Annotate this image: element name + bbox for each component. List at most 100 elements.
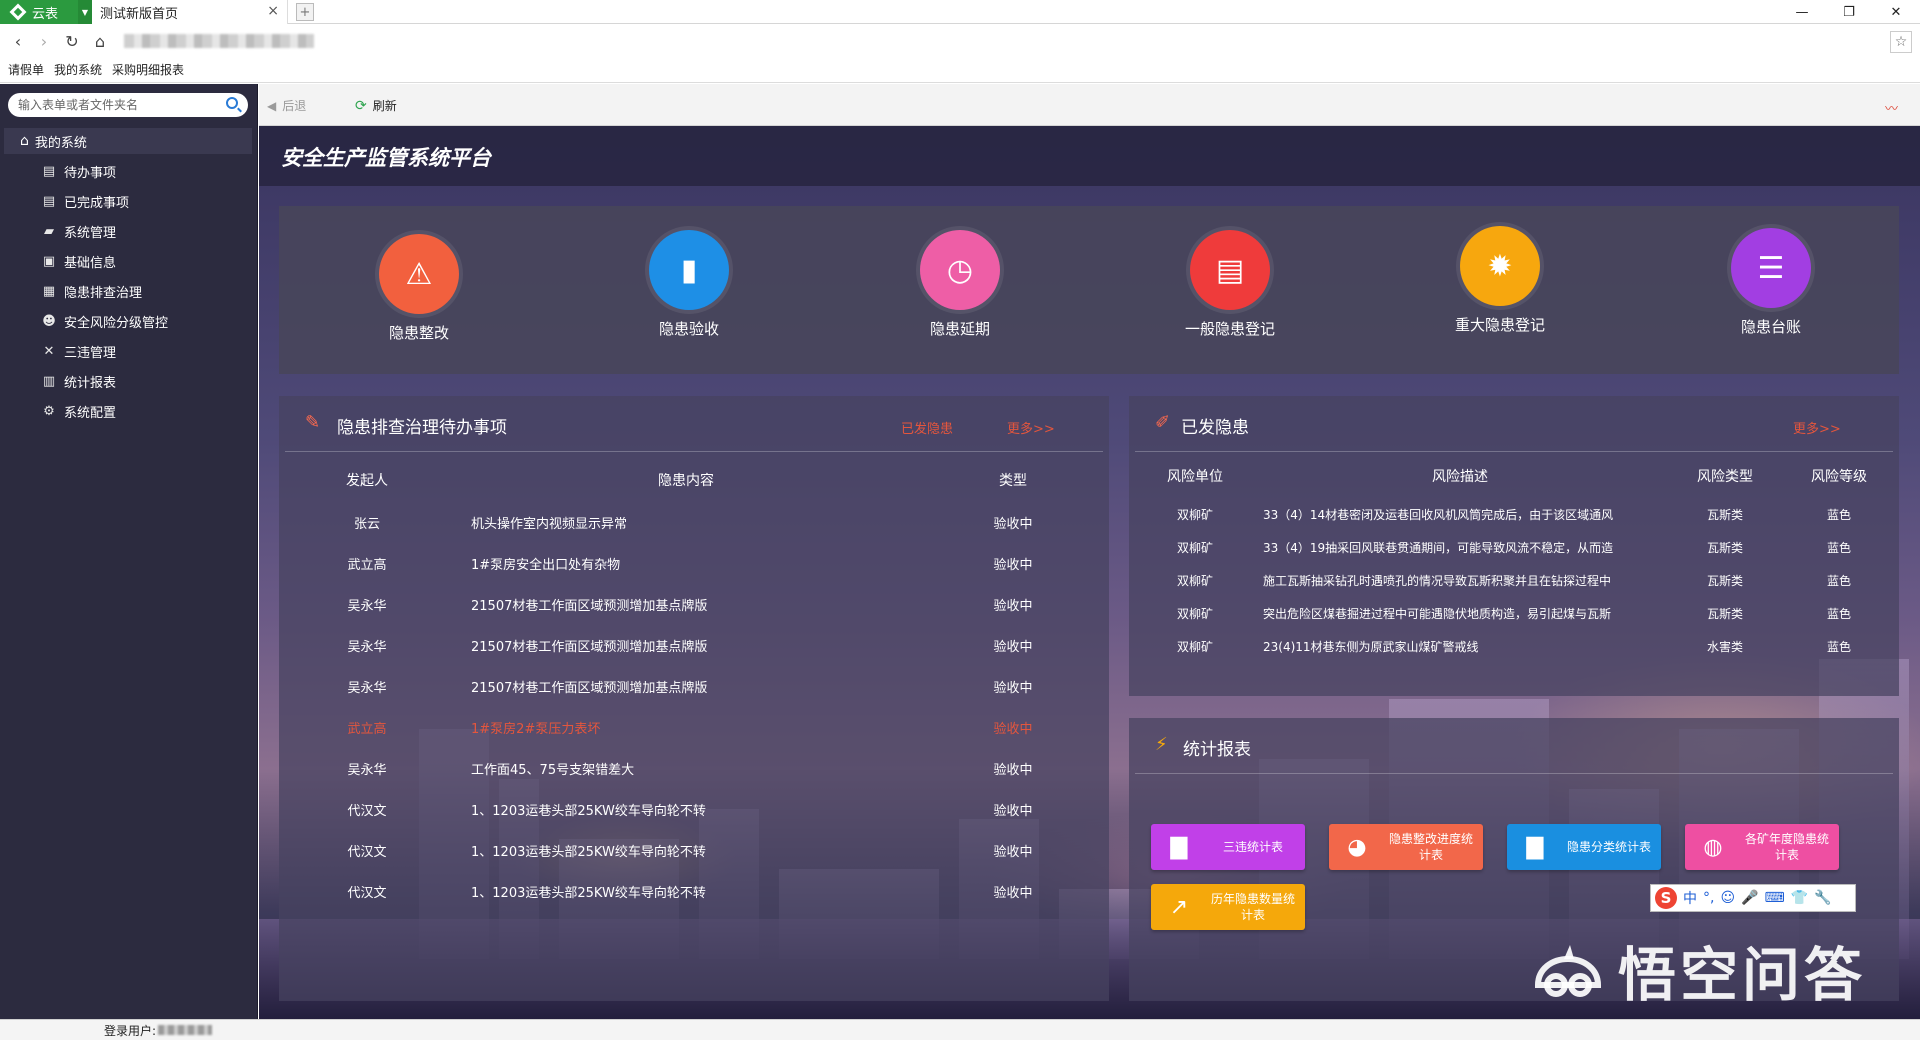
issued-cell-unit: 双柳矿 [1176, 541, 1213, 555]
stats-panel-title: 统计报表 [1183, 740, 1251, 760]
quick-action-ledger[interactable]: ☰ 隐患台账 [1701, 228, 1841, 337]
todo-cell-person: 吴永华 [347, 640, 387, 655]
minimize-button[interactable]: — [1780, 0, 1824, 24]
page-title: 安全生产监管系统平台 [281, 146, 491, 170]
table-row[interactable]: 双柳矿 23(4)11材巷东侧为原武家山煤矿警戒线 水害类 蓝色 [1135, 630, 1893, 663]
keyboard-icon[interactable]: ⌨ [1765, 890, 1785, 906]
bookmark-my-system[interactable]: 我的系统 [54, 61, 102, 78]
wrench-icon[interactable]: 🔧 [1814, 890, 1831, 906]
nav-back-icon[interactable]: ‹ [8, 31, 28, 51]
stat-label: 各矿年度隐患统计表 [1744, 832, 1829, 862]
browser-tab[interactable]: 测试新版首页 × [92, 0, 288, 24]
back-button[interactable]: ◀ 后退 [267, 97, 306, 114]
table-row[interactable]: 双柳矿 33（4）14材巷密闭及运巷回收风机风筒完成后，由于该区域通风 瓦斯类 蓝色 [1135, 498, 1893, 531]
star-icon[interactable]: ☆ [1890, 31, 1912, 53]
table-row[interactable]: 吴永华 21507材巷工作面区域预测增加基点牌版 验收中 [285, 666, 1103, 707]
new-tab-button[interactable]: + [296, 3, 314, 21]
ime-mode[interactable]: 中 [1683, 888, 1697, 908]
table-row[interactable]: 张云 机头操作室内视频显示异常 验收中 [285, 502, 1103, 543]
table-row[interactable]: 武立高 1#泵房安全出口处有杂物 验收中 [285, 543, 1103, 584]
chevron-down-icon[interactable]: ▼ [78, 0, 92, 24]
quick-action-major-register[interactable]: ✹ 重大隐患登记 [1430, 226, 1570, 335]
sidebar-root-my-system[interactable]: ⌂ 我的系统 [4, 128, 252, 154]
todo-cell-type: 验收中 [993, 599, 1033, 614]
sidebar-item-reports[interactable]: ▥ 统计报表 [0, 366, 258, 396]
table-row[interactable]: 代汉文 1、1203运巷头部25KW绞车导向轮不转 验收中 [285, 830, 1103, 871]
table-row[interactable]: 吴永华 21507材巷工作面区域预测增加基点牌版 验收中 [285, 584, 1103, 625]
issued-cell-unit: 双柳矿 [1176, 607, 1213, 621]
quick-action-rectify[interactable]: ⚠ 隐患整改 [349, 234, 489, 343]
login-user-name [158, 1025, 213, 1035]
sidebar-item-label: 三违管理 [64, 345, 117, 361]
stat-yearly-count-button[interactable]: ↗ 历年隐患数量统计表 [1151, 884, 1305, 930]
table-row[interactable]: 代汉文 1、1203运巷头部25KW绞车导向轮不转 验收中 [285, 789, 1103, 830]
sidebar-item-label: 基础信息 [64, 255, 117, 271]
sidebar-item-todo[interactable]: ▤ 待办事项 [0, 156, 258, 186]
sogou-logo-icon[interactable]: S [1655, 887, 1677, 909]
issued-cell-level: 蓝色 [1826, 574, 1851, 588]
table-row[interactable]: 双柳矿 突出危险区煤巷掘进过程中可能遇隐伏地质构造，易引起煤与瓦斯 瓦斯类 蓝色 [1135, 597, 1893, 630]
issued-hazards-link[interactable]: 已发隐患 [901, 418, 953, 437]
search-input[interactable] [18, 98, 218, 112]
quick-actions-panel: ⚠ 隐患整改 ▮ 隐患验收 ◷ 隐患延期 ▤ 一般隐患登记 ✹ 重大隐患登记 ☰… [279, 206, 1899, 374]
todo-table: 发起人 隐患内容 类型 张云 机头操作室内视频显示异常 验收中 武立高 1#泵房安全出口… [285, 458, 1103, 912]
table-row[interactable]: 双柳矿 施工瓦斯抽采钻孔时遇喷孔的情况导致瓦斯积聚并且在钻探过程中 瓦斯类 蓝色 [1135, 564, 1893, 597]
column-header: 风险描述 [1432, 469, 1488, 485]
microphone-icon[interactable]: 🎤 [1741, 890, 1758, 906]
quick-action-label: 隐患台账 [1740, 318, 1801, 336]
content-toolbar: ◀ 后退 ⟳ 刷新 〰 [259, 84, 1920, 126]
stat-violations-button[interactable]: ▇ 三违统计表 [1151, 824, 1305, 870]
bar-chart-icon: ▇ [1526, 834, 1544, 860]
todo-cell-person: 张云 [353, 517, 380, 532]
quick-action-acceptance[interactable]: ▮ 隐患验收 [619, 230, 759, 339]
search-icon[interactable] [226, 97, 238, 109]
sidebar-item-label: 统计报表 [64, 375, 117, 391]
todo-cell-person: 吴永华 [347, 681, 387, 696]
url-field[interactable] [124, 34, 314, 48]
stat-category-button[interactable]: ▇ 隐患分类统计表 [1507, 824, 1661, 870]
todo-cell-content: 1#泵房2#泵压力表坏 [471, 722, 601, 737]
sidebar-item-basic-info[interactable]: ▣ 基础信息 [0, 246, 258, 276]
close-window-button[interactable]: ✕ [1874, 0, 1918, 24]
restore-button[interactable]: ❐ [1827, 0, 1871, 24]
stat-annual-mine-button[interactable]: ◍ 各矿年度隐患统计表 [1685, 824, 1839, 870]
refresh-button[interactable]: ⟳ 刷新 [355, 97, 397, 114]
activity-icon: 〰 [1884, 102, 1898, 117]
table-row[interactable]: 双柳矿 33（4）19抽采回风联巷贯通期间，可能导致风流不稳定，从而造 瓦斯类 蓝色 [1135, 531, 1893, 564]
bookmark-purchase-report[interactable]: 采购明细报表 [112, 61, 184, 78]
todo-more-link[interactable]: 更多>> [1007, 418, 1055, 437]
issued-cell-desc: 33（4）14材巷密闭及运巷回收风机风筒完成后，由于该区域通风 [1263, 508, 1614, 522]
quick-action-extension[interactable]: ◷ 隐患延期 [890, 230, 1030, 339]
sidebar-item-config[interactable]: ⚙ 系统配置 [0, 396, 258, 426]
reload-icon[interactable]: ↻ [62, 31, 82, 51]
sidebar-item-label: 系统管理 [64, 225, 117, 241]
sidebar-item-violations[interactable]: ✕ 三违管理 [0, 336, 258, 366]
table-header-row: 发起人 隐患内容 类型 [285, 458, 1103, 502]
sidebar-item-hazard-governance[interactable]: ▦ 隐患排查治理 [0, 276, 258, 306]
table-row[interactable]: 吴永华 工作面45、75号支架错差大 验收中 [285, 748, 1103, 789]
edit-list-icon: ✎ [305, 412, 321, 433]
stat-label: 隐患整改进度统计表 [1388, 832, 1473, 862]
table-row[interactable]: 武立高 1#泵房2#泵压力表坏 验收中 [285, 707, 1103, 748]
table-row[interactable]: 代汉文 1、1203运巷头部25KW绞车导向轮不转 验收中 [285, 871, 1103, 912]
list-icon: ▤ [42, 193, 56, 209]
app-menu-button[interactable]: 云表 ▼ [0, 0, 92, 24]
stat-label: 三违统计表 [1222, 840, 1283, 854]
quick-action-general-register[interactable]: ▤ 一般隐患登记 [1160, 230, 1300, 339]
issued-more-link[interactable]: 更多>> [1793, 418, 1841, 437]
punctuation-icon[interactable]: °, [1703, 890, 1714, 906]
skin-icon[interactable]: 👕 [1791, 890, 1808, 906]
nav-forward-icon[interactable]: › [34, 31, 54, 51]
issued-cell-type: 水害类 [1706, 640, 1743, 654]
emoji-icon[interactable]: ☺ [1720, 890, 1735, 906]
ime-toolbar: S 中 °, ☺ 🎤 ⌨ 👕 🔧 [1650, 884, 1856, 912]
home-icon[interactable]: ⌂ [90, 31, 110, 51]
sidebar-item-system-management[interactable]: ▰ 系统管理 [0, 216, 258, 246]
sidebar-item-done[interactable]: ▤ 已完成事项 [0, 186, 258, 216]
bookmark-leave-form[interactable]: 请假单 [8, 61, 44, 78]
stat-rectify-progress-button[interactable]: ◕ 隐患整改进度统计表 [1329, 824, 1483, 870]
bookmarks-bar: 请假单 我的系统 采购明细报表 [0, 57, 1920, 83]
sidebar-item-risk-control[interactable]: ☻ 安全风险分级管控 [0, 306, 258, 336]
table-row[interactable]: 吴永华 21507材巷工作面区域预测增加基点牌版 验收中 [285, 625, 1103, 666]
tab-close-icon[interactable]: × [267, 3, 279, 19]
